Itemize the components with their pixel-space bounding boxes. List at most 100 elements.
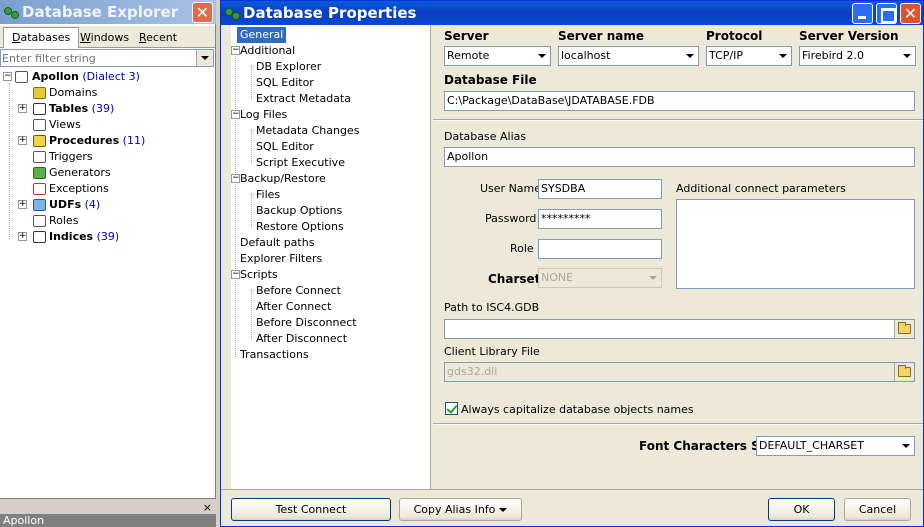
- chevron-down-icon[interactable]: [898, 437, 914, 455]
- nav-files[interactable]: Files: [256, 187, 280, 203]
- collapse-icon[interactable]: −: [231, 46, 240, 55]
- tab-recent[interactable]: Recent: [131, 29, 185, 48]
- chevron-down-icon[interactable]: [775, 47, 791, 65]
- tree-node-udfs[interactable]: + UDFs (4): [0, 197, 214, 213]
- nav-backup-restore[interactable]: Backup/Restore: [240, 171, 326, 187]
- nav-extract-metadata[interactable]: Extract Metadata: [256, 91, 351, 107]
- filter-combo[interactable]: [0, 49, 214, 67]
- nav-log-sql-editor[interactable]: SQL Editor: [256, 139, 314, 155]
- server-value: Remote: [447, 49, 490, 62]
- minimize-button[interactable]: [852, 3, 873, 24]
- charset-select: NONE: [538, 268, 662, 288]
- nav-additional[interactable]: Additional: [240, 43, 295, 59]
- expand-icon[interactable]: +: [18, 104, 27, 113]
- nav-metadata-changes[interactable]: Metadata Changes: [256, 123, 359, 139]
- ok-button[interactable]: OK: [768, 498, 835, 521]
- filter-dropdown-button[interactable]: [196, 50, 213, 66]
- udfs-icon: [33, 199, 46, 211]
- nav-restore-options[interactable]: Restore Options: [256, 219, 344, 235]
- nav-before-disconnect[interactable]: Before Disconnect: [256, 315, 357, 331]
- explorer-title-bar[interactable]: Database Explorer: [0, 0, 216, 24]
- tree-node-generators[interactable]: Generators: [0, 165, 214, 181]
- collapse-icon[interactable]: −: [231, 270, 240, 279]
- node-label: Views: [49, 118, 81, 131]
- server-version-select[interactable]: Firebird 2.0: [799, 46, 916, 66]
- additional-params-memo[interactable]: [676, 199, 915, 289]
- tree-line: [235, 47, 236, 357]
- server-name-combo[interactable]: localhost: [558, 46, 699, 66]
- database-file-input[interactable]: C:\Package\DataBase\JDATABASE.FDB: [444, 91, 915, 111]
- font-charset-value: DEFAULT_CHARSET: [759, 439, 864, 452]
- tree-node-indices[interactable]: + Indices (39): [0, 229, 214, 245]
- bottom-panel-close-icon[interactable]: ×: [203, 501, 212, 514]
- tab-windows[interactable]: Windows: [72, 29, 137, 48]
- tree-node-roles[interactable]: Roles: [0, 213, 214, 229]
- collapse-icon[interactable]: −: [3, 72, 12, 81]
- user-name-input[interactable]: SYSDBA: [538, 179, 662, 199]
- separator: [433, 119, 923, 121]
- filter-input[interactable]: [1, 50, 195, 66]
- protocol-select[interactable]: TCP/IP: [706, 46, 792, 66]
- nav-explorer-filters[interactable]: Explorer Filters: [240, 251, 322, 267]
- browse-button[interactable]: [894, 320, 914, 338]
- password-input[interactable]: *********: [538, 209, 662, 229]
- nav-scripts[interactable]: Scripts: [240, 267, 278, 283]
- domains-icon: [33, 87, 46, 99]
- database-properties-icon: [224, 5, 240, 21]
- font-charset-select[interactable]: DEFAULT_CHARSET: [756, 436, 915, 456]
- chevron-down-icon[interactable]: [682, 47, 698, 65]
- tree-node-domains[interactable]: Domains: [0, 85, 214, 101]
- chevron-down-icon[interactable]: [899, 47, 915, 65]
- tree-node-procedures[interactable]: + Procedures (11): [0, 133, 214, 149]
- copy-alias-info-button[interactable]: Copy Alias Info: [399, 498, 522, 521]
- expand-icon[interactable]: +: [18, 232, 27, 241]
- nav-after-connect[interactable]: After Connect: [256, 299, 331, 315]
- role-input[interactable]: [538, 239, 662, 259]
- close-button[interactable]: ✕: [900, 3, 921, 24]
- nav-sql-editor[interactable]: SQL Editor: [256, 75, 314, 91]
- browse-button: [894, 363, 914, 381]
- tree-line: [251, 193, 252, 227]
- explorer-close-button[interactable]: ✕: [192, 2, 213, 23]
- node-label: Indices: [49, 230, 94, 243]
- collapse-icon[interactable]: −: [231, 174, 240, 183]
- database-alias-label: Database Alias: [444, 130, 527, 143]
- tree-node-triggers[interactable]: Triggers: [0, 149, 214, 165]
- tab-databases[interactable]: Databases: [3, 27, 80, 48]
- dialog-title-bar[interactable]: Database Properties: [221, 1, 923, 25]
- additional-params-label: Additional connect parameters: [676, 182, 846, 195]
- nav-script-executive[interactable]: Script Executive: [256, 155, 345, 171]
- collapse-icon[interactable]: −: [231, 110, 240, 119]
- database-properties-dialog: Database Properties ✕ General − Addition…: [220, 0, 924, 527]
- capitalize-checkbox[interactable]: [445, 402, 458, 415]
- test-connect-button[interactable]: Test Connect: [231, 498, 391, 521]
- chevron-down-icon[interactable]: [534, 47, 550, 65]
- isc4-path-input[interactable]: [444, 319, 915, 339]
- client-library-label: Client Library File: [444, 345, 540, 358]
- expand-icon[interactable]: +: [18, 200, 27, 209]
- tree-root-apollon[interactable]: − Apollon (Dialect 3): [0, 69, 214, 85]
- capitalize-label[interactable]: Always capitalize database objects names: [461, 403, 694, 416]
- database-explorer-panel: Database Explorer ✕ Databases Windows Re…: [0, 0, 216, 527]
- tree-node-tables[interactable]: + Tables (39): [0, 101, 214, 117]
- nav-transactions[interactable]: Transactions: [240, 347, 309, 363]
- database-alias-input[interactable]: Apollon: [444, 147, 915, 167]
- tree-node-views[interactable]: Views: [0, 117, 214, 133]
- server-name-label: Server name: [558, 29, 645, 43]
- settings-nav-tree: General − Additional DB Explorer SQL Edi…: [231, 25, 431, 489]
- expand-icon[interactable]: +: [18, 136, 27, 145]
- generators-icon: [33, 167, 46, 179]
- nav-backup-options[interactable]: Backup Options: [256, 203, 342, 219]
- open-folder-icon: [898, 365, 911, 377]
- root-label: Apollon: [32, 70, 79, 83]
- nav-db-explorer[interactable]: DB Explorer: [256, 59, 321, 75]
- maximize-button[interactable]: [876, 3, 897, 24]
- nav-log-files[interactable]: Log Files: [240, 107, 287, 123]
- nav-after-disconnect[interactable]: After Disconnect: [256, 331, 347, 347]
- tree-node-exceptions[interactable]: Exceptions: [0, 181, 214, 197]
- cancel-button[interactable]: Cancel: [844, 498, 911, 521]
- server-select[interactable]: Remote: [444, 46, 551, 66]
- nav-before-connect[interactable]: Before Connect: [256, 283, 341, 299]
- nav-general[interactable]: General: [237, 27, 287, 43]
- nav-default-paths[interactable]: Default paths: [240, 235, 314, 251]
